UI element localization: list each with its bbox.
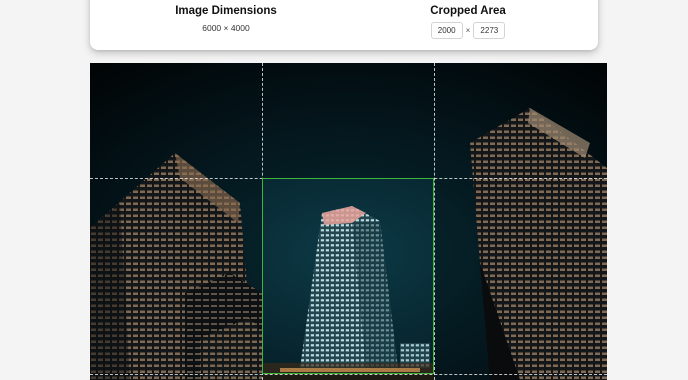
image-dimensions-title: Image Dimensions [175,5,277,17]
crop-times-separator: × [465,26,471,35]
image-preview[interactable] [90,63,607,380]
cropped-area-block: Cropped Area 2000 × 2273 [408,4,528,39]
image-info-card: Image Dimensions 6000 × 4000 Cropped Are… [90,0,598,50]
crop-mask-top [90,63,607,178]
crop-mask-left [90,178,262,374]
image-dimensions-value: 6000 × 4000 [202,23,250,33]
crop-height-field[interactable]: 2273 [473,22,506,39]
crop-selection-box[interactable] [262,178,434,374]
cropped-area-title: Cropped Area [430,5,506,17]
image-cropper: Image Dimensions 6000 × 4000 Cropped Are… [0,0,688,380]
crop-mask-right [434,178,607,374]
grid-line-vertical-2 [434,63,435,380]
image-dimensions-block: Image Dimensions 6000 × 4000 [162,4,290,33]
cropped-area-inputs: 2000 × 2273 [408,22,528,39]
crop-width-field[interactable]: 2000 [430,22,463,39]
grid-line-horizontal-2 [90,374,607,375]
